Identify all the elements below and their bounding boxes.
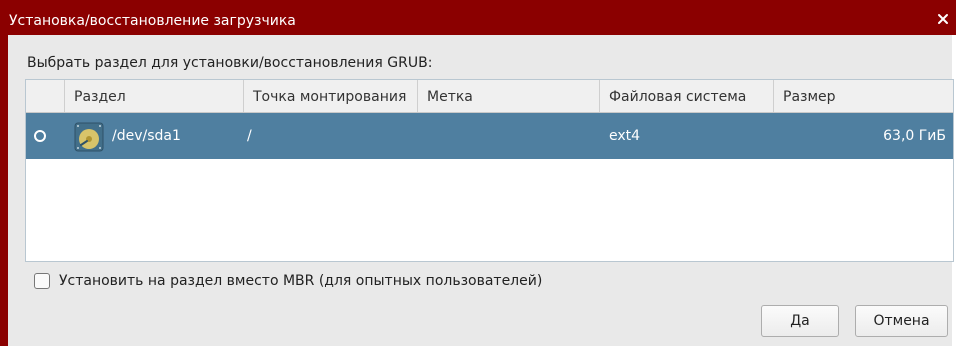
partition-size: 63,0 ГиБ xyxy=(883,128,946,144)
partition-table: Раздел Точка монтирования Метка Файловая… xyxy=(25,79,954,262)
install-to-partition-label: Установить на раздел вместо MBR (для опы… xyxy=(59,273,543,289)
mount-point: / xyxy=(247,128,252,144)
partition-radio[interactable] xyxy=(34,130,46,142)
column-header-label[interactable]: Метка xyxy=(418,80,600,112)
column-header-select[interactable] xyxy=(26,80,65,112)
window-title: Установка/восстановление загрузчика xyxy=(9,13,296,29)
column-header-mount-point[interactable]: Точка монтирования xyxy=(244,80,418,112)
table-header: Раздел Точка монтирования Метка Файловая… xyxy=(26,80,953,113)
hard-drive-icon xyxy=(74,122,104,152)
install-to-partition-checkbox[interactable] xyxy=(34,273,50,289)
partition-name: /dev/sda1 xyxy=(112,128,181,144)
filesystem: ext4 xyxy=(609,128,641,144)
column-header-filesystem[interactable]: Файловая система xyxy=(600,80,774,112)
close-icon[interactable] xyxy=(936,12,950,26)
bootloader-dialog: Установка/восстановление загрузчика Выбр… xyxy=(0,0,956,346)
ok-button[interactable]: Да xyxy=(761,305,839,337)
partition-prompt: Выбрать раздел для установки/восстановле… xyxy=(27,55,433,71)
column-header-partition[interactable]: Раздел xyxy=(65,80,244,112)
cancel-button[interactable]: Отмена xyxy=(855,305,948,337)
column-header-size[interactable]: Размер xyxy=(774,80,954,112)
table-row[interactable]: /dev/sda1 / ext4 63,0 ГиБ xyxy=(26,113,953,159)
title-bar[interactable]: Установка/восстановление загрузчика xyxy=(0,0,956,35)
